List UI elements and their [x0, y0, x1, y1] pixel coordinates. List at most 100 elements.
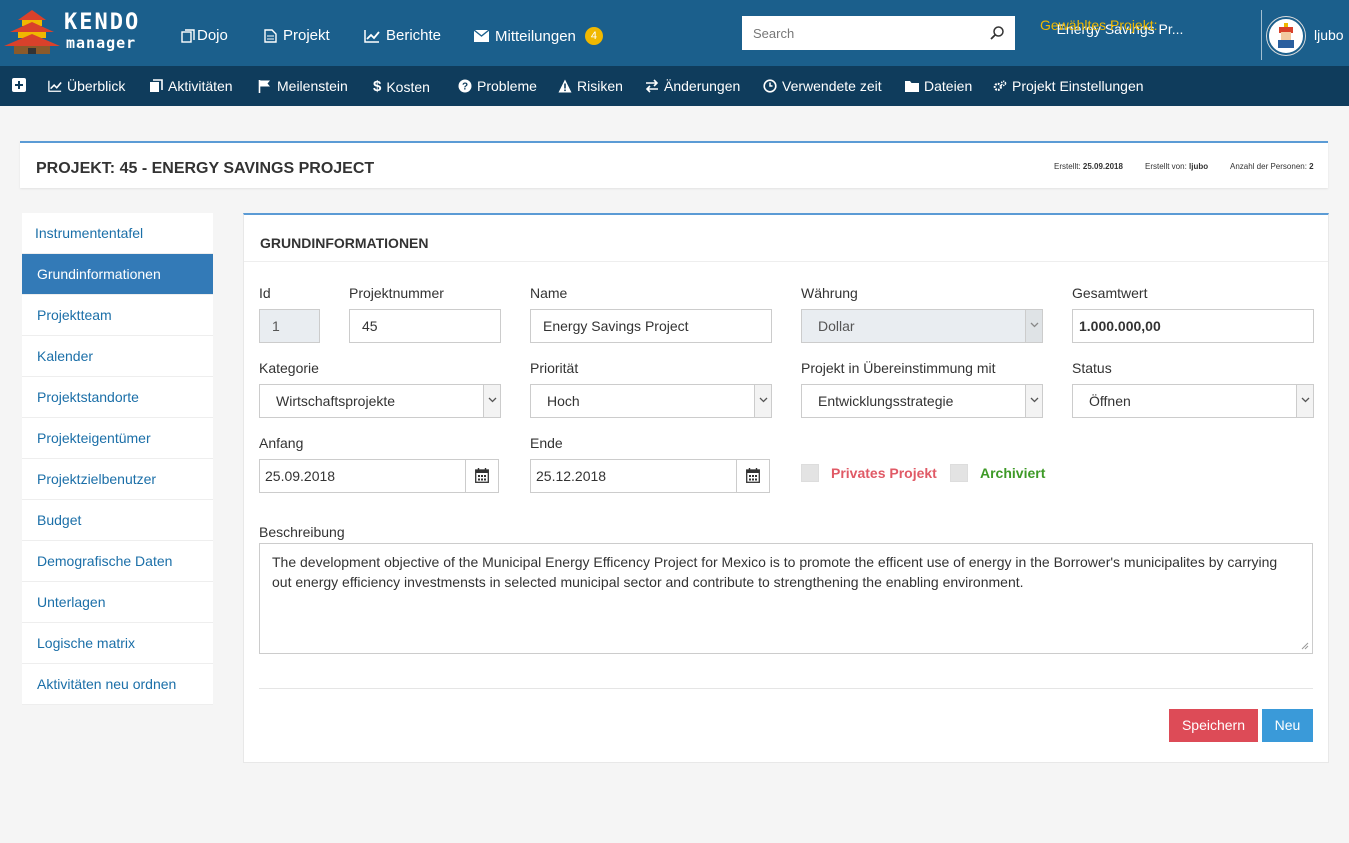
divider	[244, 261, 1328, 262]
end-date-value: 25.12.2018	[536, 468, 607, 484]
currency-value: Dollar	[818, 318, 855, 334]
category-select[interactable]: Wirtschaftsprojekte	[259, 384, 501, 418]
resize-handle-icon[interactable]	[1301, 642, 1309, 650]
persons-value: 2	[1309, 162, 1314, 171]
save-button[interactable]: Speichern	[1169, 709, 1258, 742]
nav-mitteilungen[interactable]: Mitteilungen 4	[474, 27, 603, 45]
description-textarea[interactable]: The development objective of the Municip…	[259, 543, 1313, 654]
divider	[259, 688, 1313, 689]
created-by-meta: Erstellt von: ljubo	[1145, 162, 1208, 171]
page-title: PROJEKT: 45 - ENERGY SAVINGS PROJECT	[36, 160, 375, 177]
copy-icon	[181, 28, 195, 43]
archived-checkbox[interactable]	[950, 464, 968, 482]
status-value: Öffnen	[1089, 393, 1131, 409]
total-value-field[interactable]: 1.000.000,00	[1072, 309, 1314, 343]
nav-berichte-label: Berichte	[386, 27, 442, 44]
persons-meta: Anzahl der Personen: 2	[1230, 162, 1314, 171]
subnav-kosten[interactable]: $ Kosten	[373, 78, 430, 95]
chevron-down-icon	[483, 385, 500, 417]
subnav-probleme[interactable]: ? Probleme	[458, 78, 537, 94]
persons-label: Anzahl der Personen:	[1230, 162, 1307, 171]
panel-title: GRUNDINFORMATIONEN	[260, 235, 429, 251]
created-by-value: ljubo	[1189, 162, 1209, 171]
logo-title: KENDO	[64, 10, 141, 35]
sidebar-item-budget[interactable]: Budget	[22, 500, 213, 541]
username[interactable]: ljubo	[1314, 27, 1344, 43]
name-field[interactable]: Energy Savings Project	[530, 309, 772, 343]
archived-label: Archiviert	[980, 465, 1046, 481]
subnav-projekt-einstellungen[interactable]: Projekt Einstellungen	[993, 78, 1144, 94]
selected-project-label: Gewähltes Projekt:	[1040, 17, 1158, 33]
id-label: Id	[259, 285, 271, 301]
subnav-ueberblick-label: Überblick	[67, 78, 126, 94]
priority-select[interactable]: Hoch	[530, 384, 772, 418]
subnav-meilenstein-label: Meilenstein	[277, 78, 348, 94]
subnav-projekt-einstellungen-label: Projekt Einstellungen	[1012, 78, 1144, 94]
project-number-label: Projektnummer	[349, 285, 444, 301]
search-input[interactable]	[742, 16, 982, 50]
private-project-checkbox[interactable]	[801, 464, 819, 482]
start-date-field[interactable]: 25.09.2018	[259, 459, 499, 493]
subnav-risiken[interactable]: Risiken	[558, 78, 623, 94]
sidebar-item-projektstandorte[interactable]: Projektstandorte	[22, 377, 213, 418]
sidebar-item-projekteigentuemer[interactable]: Projekteigentümer	[22, 418, 213, 459]
sidebar-item-projektzielbenutzer[interactable]: Projektzielbenutzer	[22, 459, 213, 500]
dollar-icon: $	[373, 78, 382, 95]
currency-label: Währung	[801, 285, 858, 301]
chevron-down-icon	[754, 385, 771, 417]
flag-icon	[258, 80, 270, 93]
avatar[interactable]	[1267, 17, 1305, 55]
divider	[1261, 10, 1262, 60]
description-text: The development objective of the Municip…	[272, 554, 1278, 590]
search-icon[interactable]	[989, 25, 1005, 41]
nav-dojo[interactable]: Dojo	[181, 27, 228, 44]
nav-mitteilungen-label: Mitteilungen	[495, 27, 576, 45]
category-value: Wirtschaftsprojekte	[276, 393, 396, 409]
start-date-label: Anfang	[259, 435, 304, 451]
calendar-icon[interactable]	[465, 460, 498, 492]
clock-icon	[763, 79, 777, 93]
sidebar-item-logische-matrix[interactable]: Logische matrix	[22, 623, 213, 664]
subnav-verwendete-zeit[interactable]: Verwendete zeit	[763, 78, 882, 94]
created-label: Erstellt:	[1054, 162, 1081, 171]
subnav-meilenstein[interactable]: Meilenstein	[258, 78, 348, 94]
nav-berichte[interactable]: Berichte	[364, 27, 441, 44]
subnav-ueberblick[interactable]: Überblick	[48, 78, 125, 94]
subnav-aenderungen[interactable]: Änderungen	[645, 78, 740, 94]
chevron-down-icon	[1025, 310, 1042, 342]
end-date-label: Ende	[530, 435, 563, 451]
project-number-field[interactable]: 45	[349, 309, 501, 343]
sidebar-item-unterlagen[interactable]: Unterlagen	[22, 582, 213, 623]
created-meta: Erstellt: 25.09.2018	[1054, 162, 1123, 171]
subnav-kosten-label: Kosten	[386, 78, 430, 95]
gears-icon	[993, 80, 1007, 91]
sidebar-item-projektteam[interactable]: Projektteam	[22, 295, 213, 336]
nav-projekt[interactable]: Projekt	[264, 27, 330, 44]
sidebar-item-aktivitaeten-neu-ordnen[interactable]: Aktivitäten neu ordnen	[22, 664, 213, 705]
priority-value: Hoch	[547, 393, 580, 409]
status-select[interactable]: Öffnen	[1072, 384, 1314, 418]
sidebar-item-instrumententafel[interactable]: Instrumententafel	[22, 213, 213, 254]
chevron-down-icon	[1025, 385, 1042, 417]
sidebar-item-grundinformationen[interactable]: Grundinformationen	[22, 254, 213, 295]
calendar-icon[interactable]	[736, 460, 769, 492]
compliance-select[interactable]: Entwicklungsstrategie	[801, 384, 1043, 418]
kendo-logo[interactable]: KENDO manager	[4, 8, 154, 58]
sidebar-item-kalender[interactable]: Kalender	[22, 336, 213, 377]
subnav-verwendete-zeit-label: Verwendete zeit	[782, 78, 882, 94]
add-button[interactable]	[12, 78, 26, 92]
search-box	[742, 16, 1015, 50]
subnav-dateien[interactable]: Dateien	[905, 78, 972, 94]
samurai-avatar-icon	[1270, 20, 1302, 52]
temple-icon	[4, 10, 60, 54]
compliance-label: Projekt in Übereinstimmung mit	[801, 360, 996, 376]
warning-icon	[558, 79, 572, 93]
end-date-field[interactable]: 25.12.2018	[530, 459, 770, 493]
selected-project[interactable]: Gewähltes Projekt: Energy Savings Pr...	[1040, 17, 1200, 37]
start-date-value: 25.09.2018	[265, 468, 336, 484]
subnav-aktivitaeten[interactable]: Aktivitäten	[149, 78, 233, 94]
created-by-label: Erstellt von:	[1145, 162, 1187, 171]
sidebar-item-demografische-daten[interactable]: Demografische Daten	[22, 541, 213, 582]
new-button[interactable]: Neu	[1262, 709, 1313, 742]
subnav-dateien-label: Dateien	[924, 78, 973, 94]
